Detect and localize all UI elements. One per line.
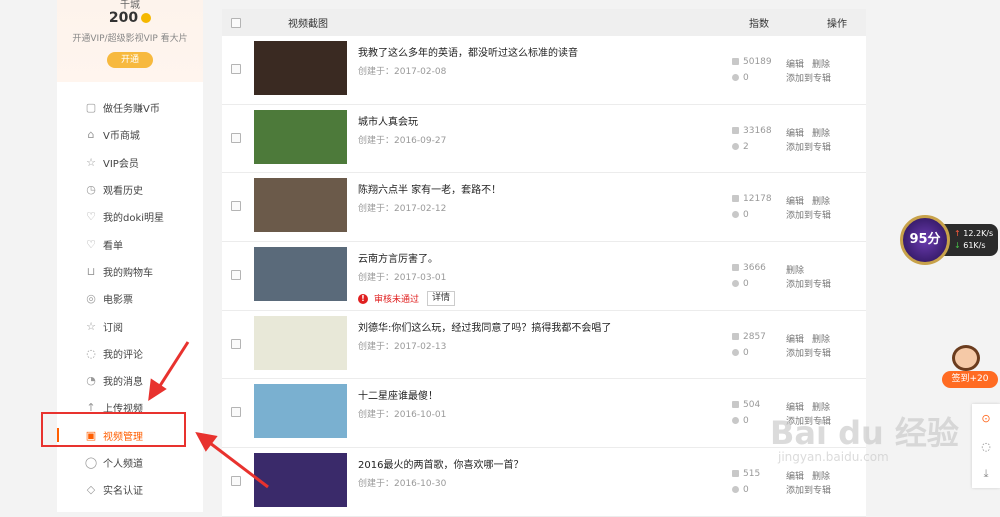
watermark-url: jingyan.baidu.com [778,450,889,464]
speed-panel: ↑ 12.2K/s ↓ 61K/s [942,224,998,256]
speed-widget[interactable]: ↑ 12.2K/s ↓ 61K/s 95分 [898,215,1000,267]
signin-button[interactable]: 签到+20 [942,371,998,388]
upload-speed: 12.2K/s [963,229,994,238]
download-speed: 61K/s [963,241,986,250]
download-icon[interactable]: ⤓ [972,460,1000,488]
arrow-line-upper [154,341,190,393]
signin-widget[interactable]: 签到+20 [940,345,998,390]
speed-score: 95分 [900,215,950,265]
mascot-icon [952,345,980,371]
watermark-brand: Bai du 经验 [770,414,959,452]
baidu-watermark: Bai du 经验 jingyan.baidu.com [770,408,970,464]
side-toolbar: ⊙ ◌ ⤓ [972,404,1000,488]
arrow-line-lower [205,438,269,489]
feedback-icon[interactable]: ◌ [972,432,1000,460]
download-arrow-icon: ↓ [954,241,961,250]
chevron-down-icon[interactable]: ⊙ [972,404,1000,432]
upload-arrow-icon: ↑ [954,229,961,238]
